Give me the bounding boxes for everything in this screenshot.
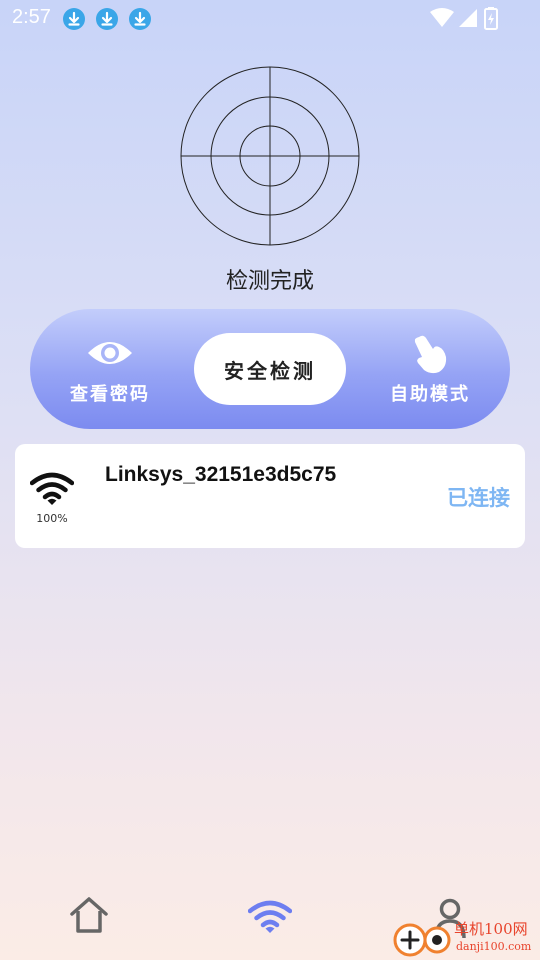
download-icon (96, 8, 118, 30)
status-time: 2:57 (12, 6, 51, 28)
nav-wifi-tab[interactable] (247, 898, 293, 938)
view-password-label: 查看密码 (70, 384, 150, 405)
security-check-button[interactable]: 安全检测 (194, 333, 346, 405)
watermark-url: danji100.com (456, 940, 532, 953)
home-icon (70, 897, 108, 933)
wifi-network-card[interactable]: 100% Linksys_32151e3d5c75 已连接 (15, 444, 525, 548)
self-service-button[interactable]: 自助模式 (365, 309, 495, 429)
watermark: 单机100网 danji100.com (392, 916, 540, 960)
nav-home-tab[interactable] (68, 894, 110, 940)
self-service-label: 自助模式 (390, 384, 470, 405)
eye-icon (88, 342, 132, 364)
download-icon (63, 8, 85, 30)
connection-status: 已连接 (447, 486, 510, 510)
mode-selector: 查看密码 安全检测 自助模式 (30, 309, 510, 429)
wifi-icon (430, 8, 454, 27)
status-bar: 2:57 (0, 0, 540, 36)
signal-strength: 100% (36, 512, 68, 525)
detection-status: 检测完成 (225, 269, 314, 294)
wifi-signal-icon (30, 472, 74, 505)
hand-pointer-icon (414, 335, 447, 374)
download-icon (129, 8, 151, 30)
radar-icon (180, 66, 360, 246)
view-password-button[interactable]: 查看密码 (45, 309, 175, 429)
watermark-logo-icon (393, 923, 451, 957)
battery-charging-icon (484, 7, 498, 30)
cell-signal-icon (459, 9, 477, 27)
watermark-text: 单机100网 (454, 920, 528, 938)
wifi-icon (247, 900, 293, 933)
network-ssid: Linksys_32151e3d5c75 (105, 463, 337, 486)
